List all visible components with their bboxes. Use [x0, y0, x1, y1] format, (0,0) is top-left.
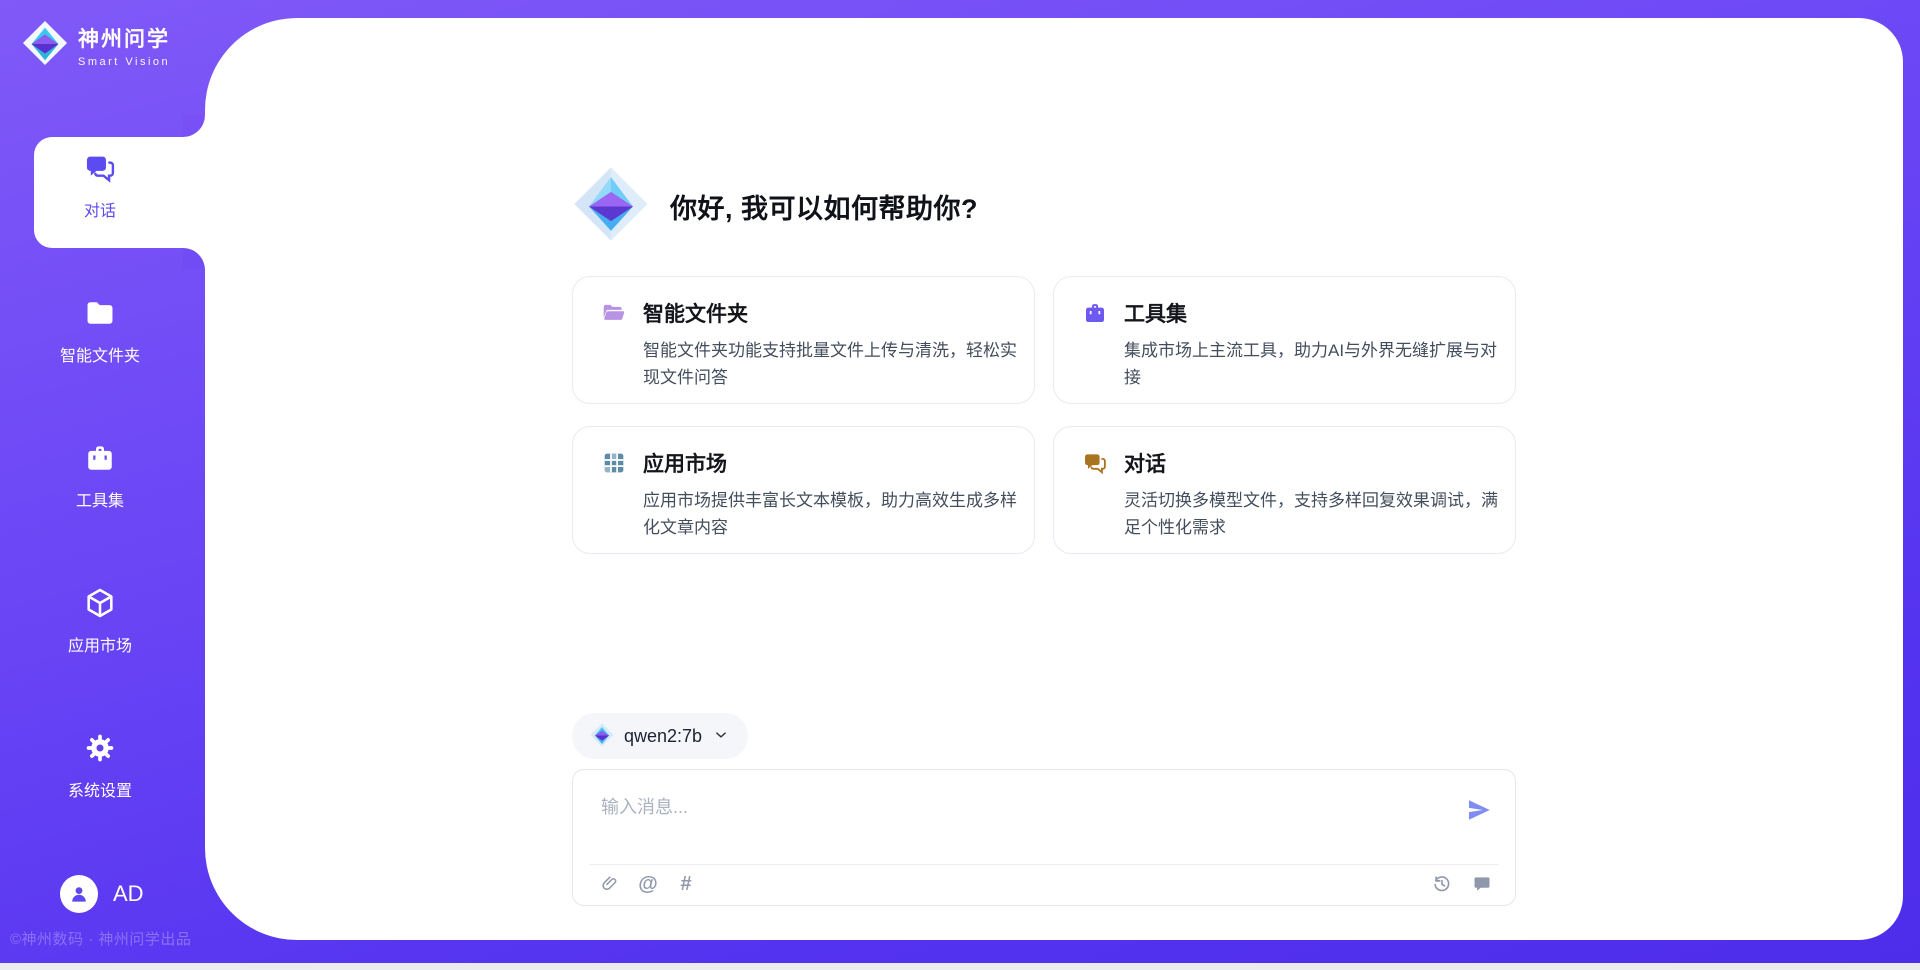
card-title: 工具集 [1124, 298, 1187, 328]
sidebar-item-label: 系统设置 [30, 777, 170, 801]
composer-divider [589, 864, 1499, 865]
sidebar: 神州问学 Smart Vision 对话 智能文件夹 工 [0, 0, 205, 963]
folder-open-icon [601, 300, 627, 326]
feature-cards: 智能文件夹 智能文件夹功能支持批量文件上传与清洗，轻松实现文件问答 工具集 集成… [572, 276, 1516, 554]
send-icon [1465, 796, 1493, 824]
chat-icon [1082, 450, 1108, 476]
sidebar-item-toolset[interactable]: 工具集 [30, 441, 170, 511]
hash-icon[interactable]: # [675, 873, 697, 895]
card-smart-folder[interactable]: 智能文件夹 智能文件夹功能支持批量文件上传与清洗，轻松实现文件问答 [572, 276, 1035, 404]
briefcase-icon [1082, 300, 1108, 326]
model-name: qwen2:7b [624, 726, 702, 747]
comment-icon[interactable] [1471, 873, 1493, 895]
tab-bottom-concave-corner [183, 248, 205, 270]
cube-icon [83, 586, 117, 620]
copyright-text: ©神州数码 · 神州问学出品 [10, 928, 191, 949]
card-description: 智能文件夹功能支持批量文件上传与清洗，轻松实现文件问答 [643, 337, 1021, 391]
main-panel: 你好, 我可以如何帮助你? 智能文件夹 智能文件夹功能支持批量文件上传与清洗，轻… [205, 18, 1903, 940]
gear-icon [83, 731, 117, 765]
briefcase-icon [83, 441, 117, 475]
chevron-down-icon [712, 726, 730, 747]
card-title: 对话 [1124, 448, 1166, 478]
history-icon[interactable] [1431, 873, 1453, 895]
sidebar-item-smart-folder[interactable]: 智能文件夹 [30, 296, 170, 366]
brand-diamond-logo-icon [22, 20, 68, 71]
grid-icon [601, 450, 627, 476]
card-title: 智能文件夹 [643, 298, 748, 328]
chat-icon [83, 151, 117, 185]
message-input[interactable] [601, 790, 1441, 824]
at-sign-icon[interactable]: @ [637, 873, 659, 895]
model-selector[interactable]: qwen2:7b [572, 713, 748, 759]
main-content: 你好, 我可以如何帮助你? 智能文件夹 智能文件夹功能支持批量文件上传与清洗，轻… [572, 18, 1516, 940]
send-button[interactable] [1465, 796, 1493, 824]
card-description: 集成市场上主流工具，助力AI与外界无缝扩展与对接 [1124, 337, 1502, 391]
card-description: 灵活切换多模型文件，支持多样回复效果调试，满足个性化需求 [1124, 487, 1502, 541]
greeting-diamond-logo-icon [572, 165, 650, 248]
sidebar-item-chat[interactable]: 对话 [30, 151, 170, 221]
card-chat[interactable]: 对话 灵活切换多模型文件，支持多样回复效果调试，满足个性化需求 [1053, 426, 1516, 554]
brand-name: 神州问学 [78, 23, 170, 53]
greeting: 你好, 我可以如何帮助你? [572, 165, 978, 248]
user-profile[interactable]: AD [60, 875, 144, 913]
tab-top-concave-corner [183, 115, 205, 137]
folder-icon [83, 296, 117, 330]
card-toolset[interactable]: 工具集 集成市场上主流工具，助力AI与外界无缝扩展与对接 [1053, 276, 1516, 404]
sidebar-item-settings[interactable]: 系统设置 [30, 731, 170, 801]
sidebar-item-app-market[interactable]: 应用市场 [30, 586, 170, 656]
brand-subtitle: Smart Vision [78, 56, 170, 68]
user-initials: AD [113, 881, 144, 907]
avatar [60, 875, 98, 913]
paperclip-icon[interactable] [599, 873, 621, 895]
brand: 神州问学 Smart Vision [22, 20, 170, 71]
sidebar-item-label: 对话 [30, 197, 170, 221]
person-icon [67, 882, 91, 906]
card-title: 应用市场 [643, 448, 727, 478]
sidebar-item-label: 应用市场 [30, 632, 170, 656]
horizontal-scrollbar[interactable] [0, 963, 1920, 970]
greeting-title: 你好, 我可以如何帮助你? [670, 187, 978, 226]
sidebar-item-label: 智能文件夹 [30, 342, 170, 366]
message-composer: @ # [572, 769, 1516, 906]
card-app-market[interactable]: 应用市场 应用市场提供丰富长文本模板，助力高效生成多样化文章内容 [572, 426, 1035, 554]
card-description: 应用市场提供丰富长文本模板，助力高效生成多样化文章内容 [643, 487, 1021, 541]
model-diamond-logo-icon [590, 723, 614, 750]
sidebar-item-label: 工具集 [30, 487, 170, 511]
